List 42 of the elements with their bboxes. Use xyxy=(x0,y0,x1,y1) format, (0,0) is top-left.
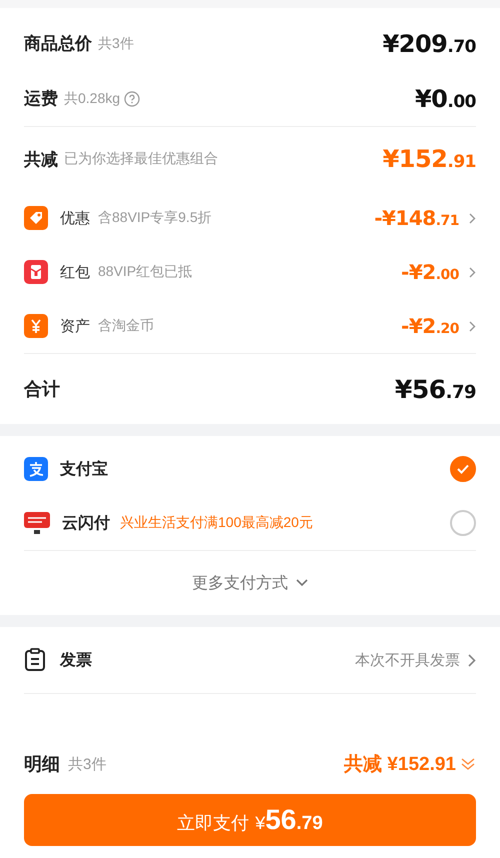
chevron-right-icon xyxy=(469,320,476,332)
checkmark-icon xyxy=(457,464,469,474)
discount-row[interactable]: 资产 含淘金币 -¥2.20 xyxy=(0,299,500,353)
amount: ¥209.70 xyxy=(382,30,476,58)
chevron-right-icon xyxy=(469,212,476,224)
discount-amount: -¥2.20 xyxy=(401,314,459,338)
discount-row[interactable]: 优惠 含88VIP专享9.5折 -¥148.71 xyxy=(0,191,500,245)
invoice-option[interactable]: 本次不开具发票 xyxy=(355,650,476,670)
tag-icon xyxy=(24,206,48,230)
amount: ¥0.00 xyxy=(414,84,476,112)
payment-promo: 兴业生活支付满100最高减20元 xyxy=(120,514,313,532)
discount-amount: -¥148.71 xyxy=(374,206,459,230)
chevron-right-icon xyxy=(469,266,476,278)
discount-row[interactable]: 红包 88VIP红包已抵 -¥2.00 xyxy=(0,245,500,299)
invoice-label: 发票 xyxy=(60,650,92,670)
total-label: 合计 xyxy=(24,378,60,401)
detail-label: 明细 xyxy=(24,753,60,776)
summary-note: 共3件 xyxy=(98,34,134,52)
clipboard-icon xyxy=(24,648,46,672)
payment-logo-icon xyxy=(24,510,50,536)
chevron-down-icon xyxy=(296,579,308,587)
summary-label: 商品总价 xyxy=(24,33,92,55)
payment-logo-icon xyxy=(24,457,48,481)
savings-total: 共减 ¥152.91 xyxy=(344,753,456,777)
summary-note: 已为你选择最佳优惠组合 xyxy=(64,150,218,168)
payment-name: 支付宝 xyxy=(60,459,108,480)
total-amount: ¥56.79 xyxy=(394,374,476,404)
summary-label: 共减 xyxy=(24,148,58,170)
item-count: 共3件 xyxy=(68,754,106,774)
discount-amount: -¥2.00 xyxy=(401,260,459,284)
more-payment-button[interactable]: 更多支付方式 xyxy=(188,568,312,598)
summary-note: 共0.28kg xyxy=(64,90,120,108)
payment-name: 云闪付 xyxy=(62,514,110,534)
help-icon[interactable] xyxy=(124,90,140,106)
summary-label: 运费 xyxy=(24,88,58,110)
yen-coin-icon xyxy=(24,314,48,338)
envelope-icon xyxy=(24,260,48,284)
double-chevron-down-icon[interactable] xyxy=(460,756,476,772)
savings-amount: ¥152.91 xyxy=(382,145,476,173)
chevron-right-icon xyxy=(468,654,476,666)
radio-button[interactable] xyxy=(450,456,476,482)
radio-button[interactable] xyxy=(450,510,476,536)
